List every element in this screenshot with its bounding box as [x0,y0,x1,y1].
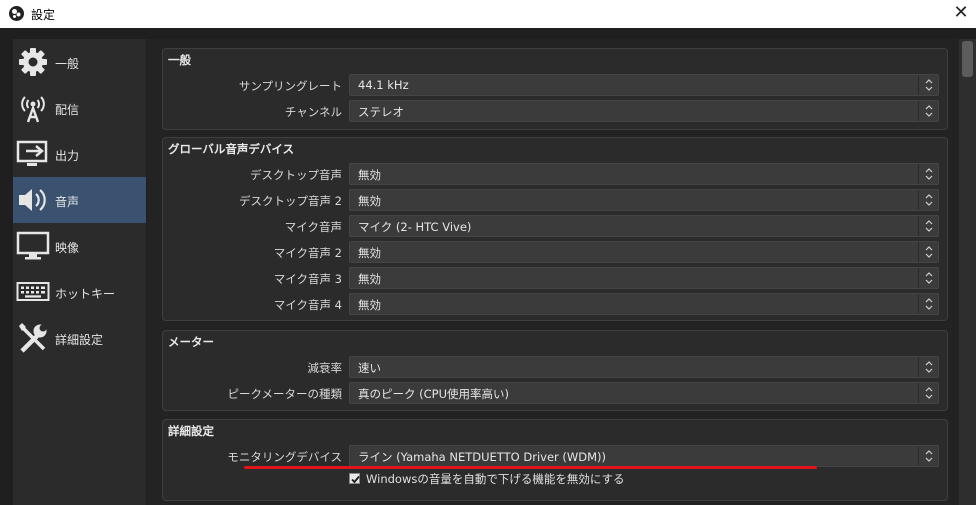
channels-label: チャンネル [284,105,342,119]
mic-audio-select[interactable]: マイク (2- HTC Vive) [349,215,939,237]
obs-logo-icon [9,6,24,21]
sidebar-item-hotkeys[interactable]: ホットキー [13,269,146,315]
checkmark-icon [351,475,360,484]
sidebar-item-audio[interactable]: 音声 [13,177,146,223]
combo-value: 44.1 kHz [358,78,409,92]
desktop-audio-select[interactable]: 無効 [349,163,939,185]
desktop-audio-label: デスクトップ音声 [250,168,342,182]
combo-value: 無効 [358,298,381,312]
mic-audio-label: マイク音声 [284,220,342,234]
sidebar-item-label: ホットキー [55,287,116,301]
sidebar-item-label: 音声 [55,195,80,209]
sidebar-item-label: 出力 [55,149,80,163]
mic-audio-3-select[interactable]: 無効 [349,267,939,289]
combo-value: ステレオ [358,105,404,119]
peak-meter-type-label: ピークメーターの種類 [227,387,342,401]
mic-audio-4-select[interactable]: 無効 [349,293,939,315]
sidebar-item-general[interactable]: 一般 [13,39,146,85]
group-advanced: 詳細設定 モニタリングデバイス ライン (Yamaha NETDUETTO Dr… [162,419,948,501]
mic-audio-2-select[interactable]: 無効 [349,241,939,263]
combo-value: ライン (Yamaha NETDUETTO Driver (WDM)) [358,450,607,464]
window-title: 設定 [31,8,56,22]
updown-arrows-icon [918,294,938,314]
combo-value: 無効 [358,194,381,208]
updown-arrows-icon [918,101,938,121]
peak-meter-type-select[interactable]: 真のピーク (CPU使用率高い) [349,382,939,404]
broadcast-antenna-icon [16,91,50,125]
settings-sidebar: 一般 配信 出力 音声 映像 ホットキー 詳細設定 [13,39,146,505]
mic-audio-3-label: マイク音声 3 [273,272,342,286]
updown-arrows-icon [918,190,938,210]
monitor-icon [16,229,50,263]
updown-arrows-icon [918,75,938,95]
decay-rate-select[interactable]: 速い [349,356,939,378]
channels-select[interactable]: ステレオ [349,100,939,122]
updown-arrows-icon [918,357,938,377]
sidebar-item-label: 映像 [55,241,80,255]
sidebar-item-label: 配信 [55,103,80,117]
desktop-audio-2-label: デスクトップ音声 2 [239,194,342,208]
combo-value: 無効 [358,272,381,286]
sample-rate-select[interactable]: 44.1 kHz [349,74,939,96]
updown-arrows-icon [918,268,938,288]
combo-value: マイク (2- HTC Vive) [358,220,472,234]
close-button[interactable]: ✕ [950,2,972,24]
disable-ducking-checkbox[interactable] [349,473,360,484]
sidebar-item-video[interactable]: 映像 [13,223,146,269]
combo-value: 無効 [358,246,381,260]
group-title: グローバル音声デバイス [168,142,295,156]
tools-icon [16,321,50,355]
group-general: 一般 サンプリングレート 44.1 kHz チャンネル ステレオ [162,48,948,130]
combo-value: 速い [358,361,381,375]
updown-arrows-icon [918,383,938,403]
speaker-icon [16,183,50,217]
group-global-audio-devices: グローバル音声デバイス デスクトップ音声 無効 デスクトップ音声 2 無効 マイ… [162,137,948,321]
updown-arrows-icon [918,216,938,236]
title-bar: 設定 ✕ [0,0,976,28]
output-monitor-icon [16,137,50,171]
group-meters: メーター 減衰率 速い ピークメーターの種類 真のピーク (CPU使用率高い) [162,330,948,411]
desktop-audio-2-select[interactable]: 無効 [349,189,939,211]
sidebar-item-advanced[interactable]: 詳細設定 [13,315,146,361]
mic-audio-4-label: マイク音声 4 [273,298,342,312]
monitoring-device-select[interactable]: ライン (Yamaha NETDUETTO Driver (WDM)) [349,445,939,467]
decay-rate-label: 減衰率 [307,361,343,375]
highlight-underline [244,466,817,469]
sidebar-item-output[interactable]: 出力 [13,131,146,177]
updown-arrows-icon [918,446,938,466]
gear-icon [16,45,50,79]
mic-audio-2-label: マイク音声 2 [273,246,342,260]
sample-rate-label: サンプリングレート [238,79,342,93]
sidebar-item-label: 一般 [55,57,80,71]
updown-arrows-icon [918,164,938,184]
settings-content: 一般 サンプリングレート 44.1 kHz チャンネル ステレオ グローバル音声… [147,39,959,505]
group-title: 一般 [168,53,191,67]
combo-value: 無効 [358,168,381,182]
sidebar-item-stream[interactable]: 配信 [13,85,146,131]
group-title: 詳細設定 [168,424,214,438]
sidebar-item-label: 詳細設定 [55,333,104,347]
monitoring-device-label: モニタリングデバイス [227,450,342,464]
disable-ducking-label: Windowsの音量を自動で下げる機能を無効にする [366,472,625,486]
scrollbar-track[interactable] [959,39,976,505]
combo-value: 真のピーク (CPU使用率高い) [358,387,510,401]
updown-arrows-icon [918,242,938,262]
group-title: メーター [168,335,214,349]
keyboard-icon [16,275,50,309]
scrollbar-thumb[interactable] [962,41,973,77]
